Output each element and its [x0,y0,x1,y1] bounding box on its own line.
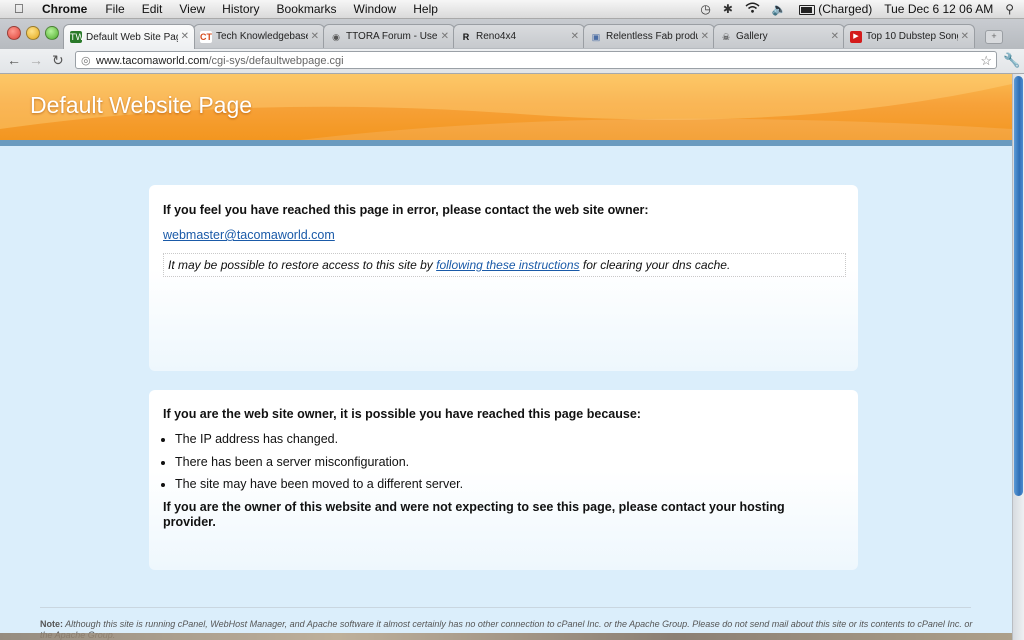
menu-view[interactable]: View [179,2,205,16]
close-window-button[interactable] [7,26,21,40]
dns-cache-note: It may be possible to restore access to … [163,253,846,277]
owner-info-card: If you are the web site owner, it is pos… [149,390,858,570]
back-arrow-icon[interactable]: ← [7,52,21,68]
tabs: TW Default Web Site Page ✕ CT Tech Knowl… [63,24,975,49]
tab-relentless-fab[interactable]: ▣ Relentless Fab produc ✕ [583,24,715,48]
forward-arrow-icon[interactable]: → [29,52,43,68]
tab-top-10-dubstep[interactable]: ▶ Top 10 Dubstep Song ✕ [843,24,975,48]
time-machine-icon[interactable]: ◷ [700,2,710,16]
wrench-menu-icon[interactable]: 🔧 [1003,52,1020,69]
list-item: The IP address has changed. [175,428,463,451]
battery-icon [798,4,815,15]
owner-heading: If you are the web site owner, it is pos… [163,407,641,421]
footer-label: Note: [40,619,63,629]
menu-window[interactable]: Window [354,2,397,16]
apple-menu-icon[interactable]:  [14,1,24,16]
footer-divider [40,607,971,608]
page-banner: Default Website Page [0,74,1012,146]
address-bar[interactable]: ◎ www.tacomaworld.com/cgi-sys/defaultweb… [75,51,997,69]
tab-title: Top 10 Dubstep Song [866,31,958,42]
tab-gallery[interactable]: ☠ Gallery ✕ [713,24,845,48]
zoom-window-button[interactable] [45,26,59,40]
tab-title: TTORA Forum - User [346,31,438,42]
mac-menu-bar:  Chrome File Edit View History Bookmark… [0,0,1024,19]
tab-favicon: ▶ [850,30,862,43]
page-title: Default Website Page [30,92,253,118]
globe-icon: ◎ [81,55,91,67]
menu-chrome[interactable]: Chrome [42,2,87,16]
menu-help[interactable]: Help [413,2,438,16]
tab-strip: TW Default Web Site Page ✕ CT Tech Knowl… [0,19,1024,49]
reasons-list: The IP address has changed. There has be… [163,428,463,496]
new-tab-button[interactable]: + [985,30,1003,44]
reload-icon[interactable]: ↻ [52,52,64,69]
menu-history[interactable]: History [222,2,259,16]
close-tab-icon[interactable]: ✕ [961,31,969,42]
error-contact-card: If you feel you have reached this page i… [149,185,858,371]
note-suffix: for clearing your dns cache. [579,258,731,272]
url-path: /cgi-sys/defaultwebpage.cgi [208,55,344,67]
instructions-link[interactable]: following these instructions [436,258,579,272]
note-prefix: It may be possible to restore access to … [168,258,437,272]
tab-favicon: ◉ [332,31,340,42]
url-host: www.tacomaworld.com [96,55,209,67]
clock[interactable]: Tue Dec 6 12 06 AM [884,2,993,16]
tab-title: Tech Knowledgebase [216,31,308,42]
minimize-window-button[interactable] [26,26,40,40]
close-tab-icon[interactable]: ✕ [831,31,839,42]
scrollbar-thumb[interactable] [1014,76,1023,496]
battery-label: (Charged) [818,2,873,16]
status-menus: ◷ ✱ 🔈 (Charged) Tue Dec 6 12 06 AM ⚲ [700,2,1014,16]
close-tab-icon[interactable]: ✕ [571,31,579,42]
close-tab-icon[interactable]: ✕ [441,31,449,42]
window-controls [7,26,59,40]
spotlight-search-icon[interactable]: ⚲ [1005,2,1014,16]
webmaster-email-link[interactable]: webmaster@tacomaworld.com [163,228,335,242]
close-tab-icon[interactable]: ✕ [181,31,189,42]
tab-favicon: CT [200,30,212,43]
tab-title: Relentless Fab produc [606,31,698,42]
close-tab-icon[interactable]: ✕ [311,31,319,42]
menu-file[interactable]: File [105,2,124,16]
battery-status[interactable]: (Charged) [798,2,873,16]
bluetooth-icon[interactable]: ✱ [723,2,733,16]
desktop-edge [0,633,1012,640]
tab-ttora-forum[interactable]: ◉ TTORA Forum - User ✕ [323,24,455,48]
vertical-scrollbar[interactable] [1012,74,1024,640]
tab-reno4x4[interactable]: R Reno4x4 ✕ [453,24,585,48]
tab-tech-knowledgebase[interactable]: CT Tech Knowledgebase ✕ [193,24,325,48]
bookmark-star-icon[interactable]: ☆ [980,52,992,70]
tab-favicon: TW [70,31,84,43]
wifi-icon[interactable] [745,2,760,16]
list-item: There has been a server misconfiguration… [175,451,463,474]
close-tab-icon[interactable]: ✕ [701,31,709,42]
tab-title: Reno4x4 [476,31,517,42]
menu-bookmarks[interactable]: Bookmarks [277,2,337,16]
browser-toolbar: ← → ↻ ◎ www.tacomaworld.com/cgi-sys/defa… [0,49,1024,74]
tab-title: Gallery [736,31,768,42]
tab-default-web-site-page[interactable]: TW Default Web Site Page ✕ [63,24,195,49]
tab-favicon: ▣ [591,31,601,42]
error-heading: If you feel you have reached this page i… [163,203,649,217]
tab-favicon: R [462,31,470,42]
page-viewport: Default Website Page If you feel you hav… [0,74,1012,640]
tab-favicon: ☠ [721,31,731,42]
tab-title: Default Web Site Page [86,31,178,43]
volume-icon[interactable]: 🔈 [772,2,787,16]
menu-edit[interactable]: Edit [142,2,163,16]
contact-hosting-text: If you are the owner of this website and… [163,500,785,529]
list-item: The site may have been moved to a differ… [175,473,463,496]
app-menus: Chrome File Edit View History Bookmarks … [42,2,455,16]
